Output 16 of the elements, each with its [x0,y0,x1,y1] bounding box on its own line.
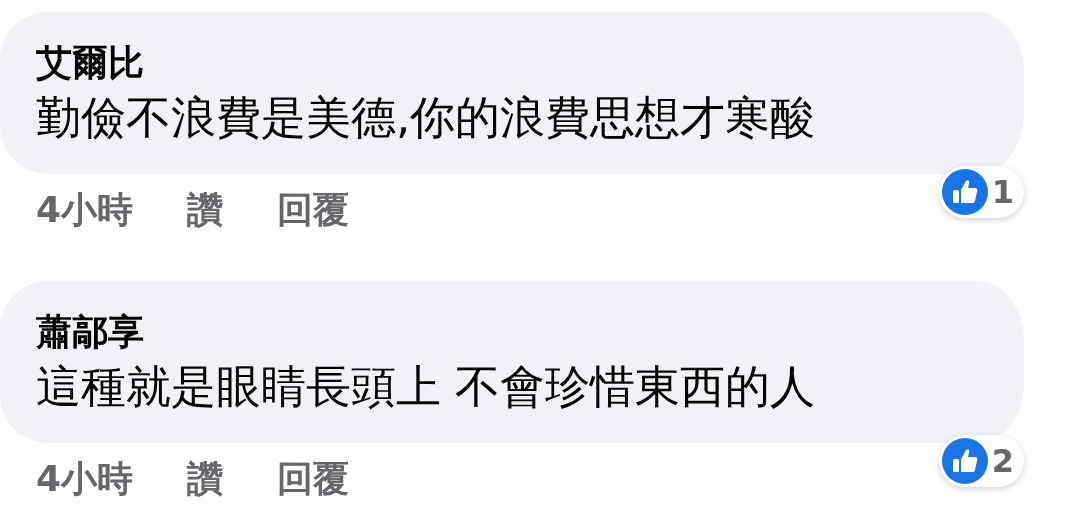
comment-time: 4小時 [36,457,134,501]
thumbs-up-icon [941,169,988,215]
reply-link[interactable]: 回覆 [277,455,350,504]
author-name[interactable]: 蕭鄗享 [36,309,1024,355]
reply-link[interactable]: 回覆 [277,186,350,235]
comment-text: 勤儉不浪費是美德,你的浪費思想才寒酸 [36,90,817,146]
reaction-badge[interactable]: 1 [938,166,1024,218]
comment-text: 這種就是眼睛長頭上 不會珍惜東西的人 [36,359,817,415]
thumbs-up-icon [941,438,988,484]
like-link[interactable]: 讚 [187,455,224,504]
reaction-badge[interactable]: 2 [938,435,1024,487]
author-name[interactable]: 艾爾比 [36,40,1024,86]
like-link[interactable]: 讚 [187,186,224,235]
reaction-count: 2 [991,442,1014,480]
comment-time: 4小時 [36,188,134,232]
reaction-count: 1 [991,173,1014,211]
